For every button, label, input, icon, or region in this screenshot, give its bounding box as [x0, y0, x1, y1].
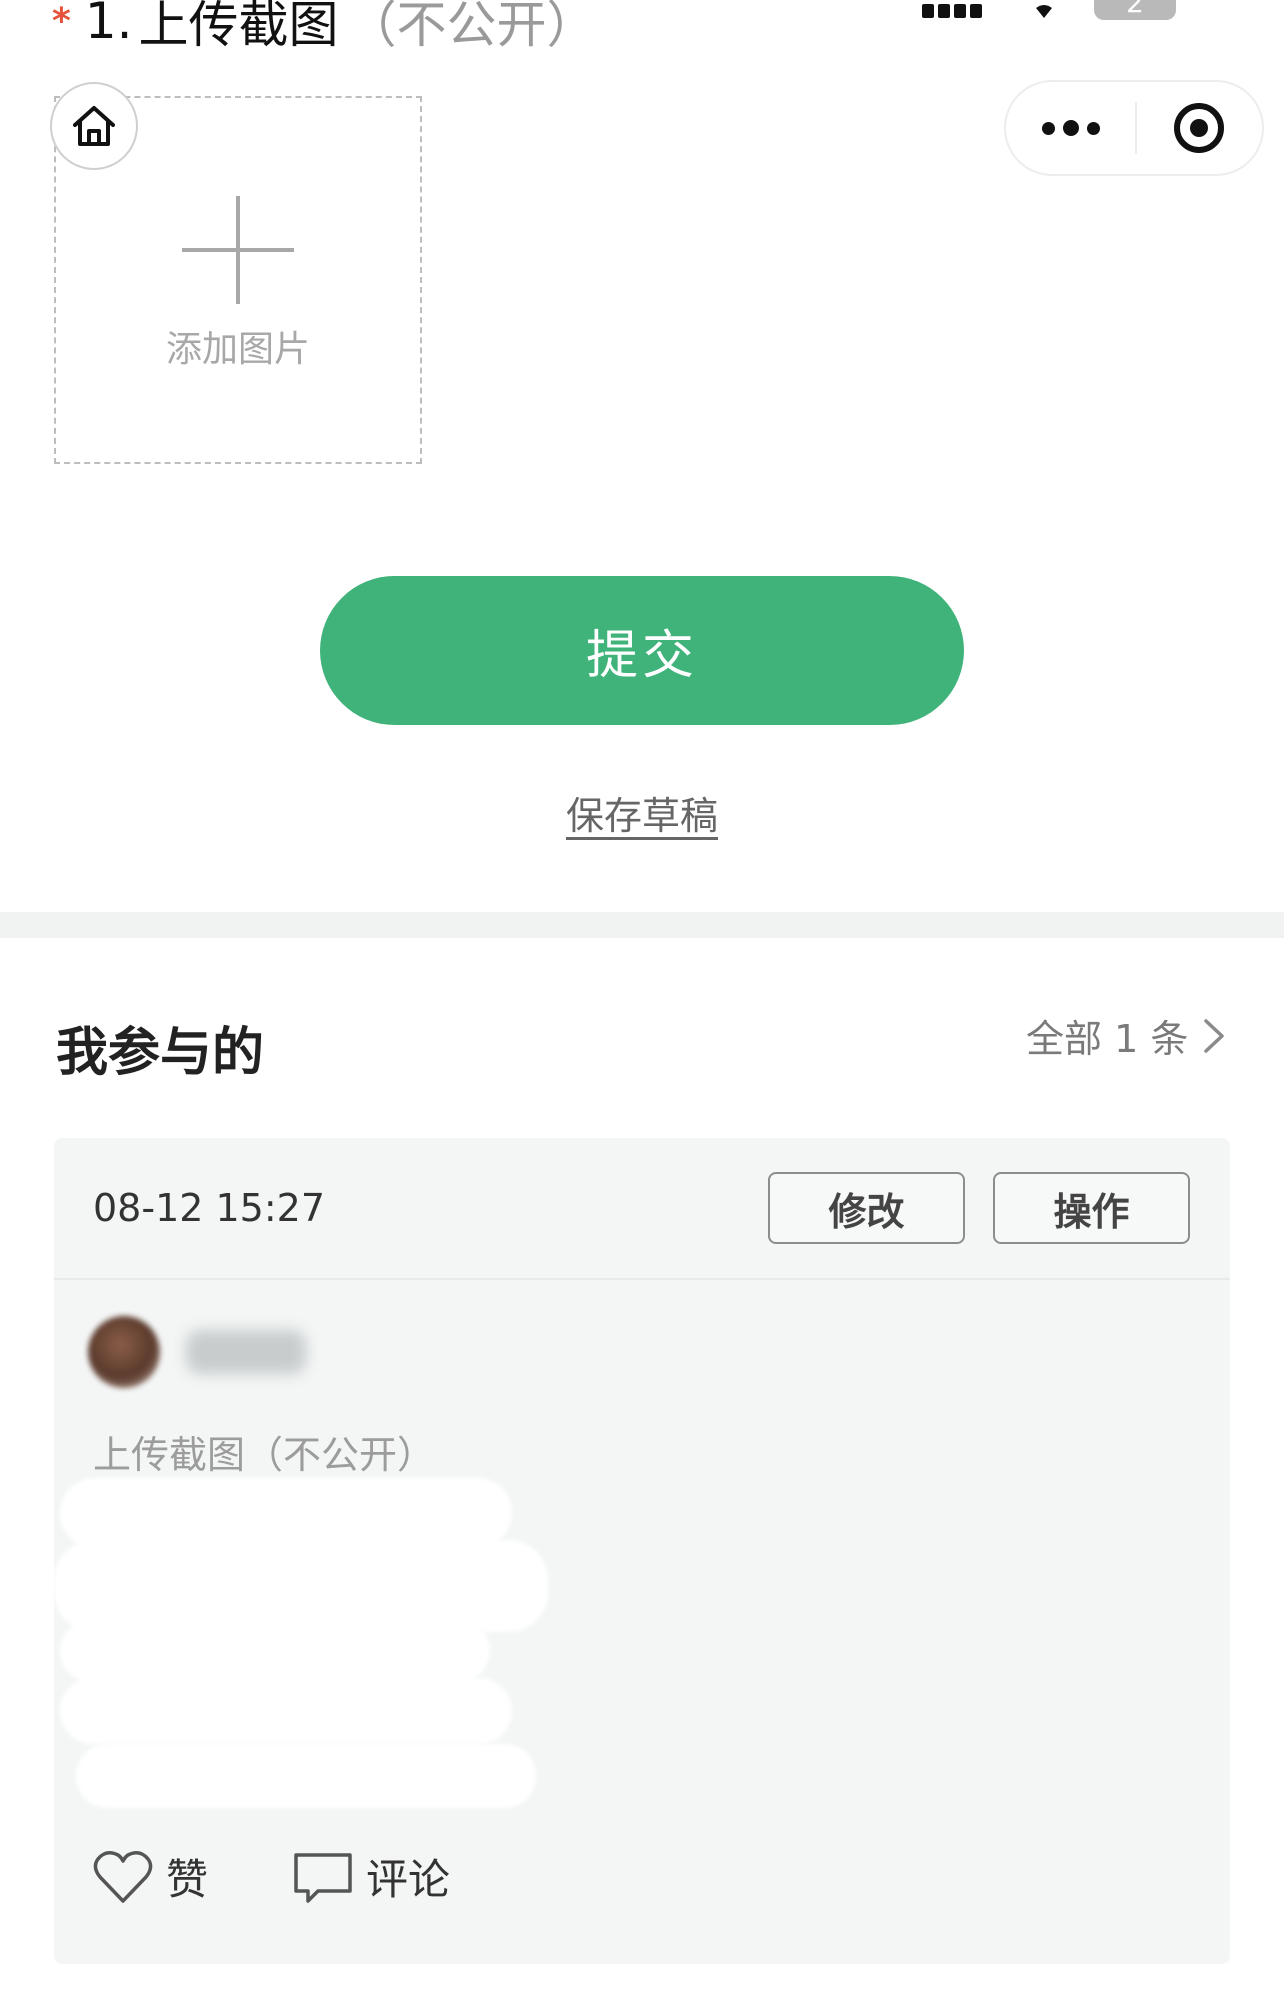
redaction-mark	[76, 1744, 536, 1808]
submit-button[interactable]: 提交	[320, 576, 964, 725]
home-button[interactable]	[50, 82, 138, 170]
required-marker: *	[52, 0, 71, 42]
view-all-label: 全部 1 条	[1026, 1017, 1189, 1061]
redaction-mark	[54, 1540, 548, 1632]
section-separator	[0, 912, 1284, 938]
more-dots-icon[interactable]	[1006, 82, 1135, 174]
edit-button[interactable]: 修改	[768, 1172, 965, 1244]
entry-time: 08-12 15:27	[93, 1186, 326, 1230]
question-title: * 1. 上传截图 （不公开）	[52, 0, 597, 54]
mini-program-capsule	[1004, 80, 1264, 176]
signal-icon	[922, 0, 990, 18]
save-draft-link[interactable]: 保存草稿	[520, 785, 764, 840]
view-all-link[interactable]: 全部 1 条	[1026, 1008, 1226, 1063]
redaction-mark	[60, 1620, 490, 1682]
card-divider	[54, 1278, 1230, 1280]
avatar[interactable]	[88, 1316, 160, 1388]
close-target-icon[interactable]	[1137, 82, 1262, 174]
heart-icon	[93, 1850, 153, 1903]
comment-button[interactable]: 评论	[292, 1846, 450, 1907]
redaction-mark	[60, 1678, 512, 1744]
redaction-mark	[60, 1478, 512, 1548]
like-button[interactable]: 赞	[92, 1846, 208, 1907]
entry-question-text: 上传截图（不公开）	[93, 1433, 436, 1477]
comment-label: 评论	[366, 1855, 451, 1904]
user-name-blurred	[186, 1330, 306, 1374]
chevron-right-icon	[1204, 1018, 1225, 1053]
question-number: 1.	[84, 0, 133, 50]
question-label: 上传截图	[138, 0, 339, 54]
operations-button[interactable]: 操作	[993, 1172, 1190, 1244]
upload-label: 添加图片	[165, 329, 310, 370]
comment-bubble-icon	[294, 1852, 352, 1903]
battery-indicator: 2	[1094, 0, 1176, 20]
question-note: （不公开）	[346, 0, 597, 54]
like-label: 赞	[166, 1855, 209, 1904]
plus-icon	[182, 196, 294, 304]
section-title: 我参与的	[56, 1023, 265, 1083]
wifi-icon	[1022, 0, 1066, 18]
home-icon	[73, 106, 115, 146]
